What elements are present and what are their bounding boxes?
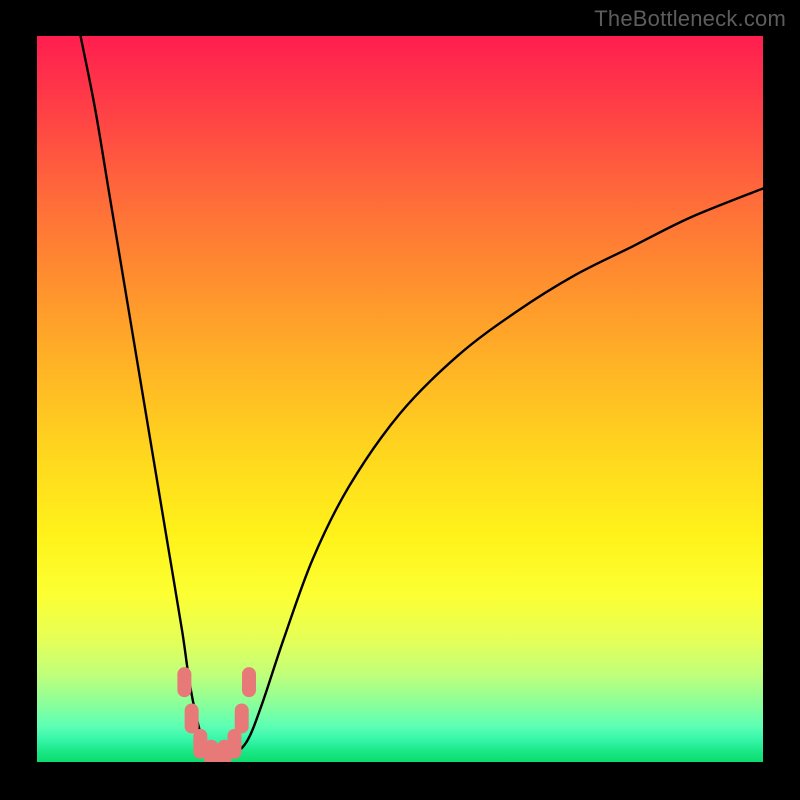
plot-area bbox=[37, 36, 763, 762]
curve-marker bbox=[227, 729, 241, 759]
curve-marker bbox=[204, 740, 218, 762]
curve-marker bbox=[185, 703, 199, 733]
curve-marker bbox=[177, 667, 191, 697]
bottleneck-curve bbox=[37, 36, 763, 762]
curve-marker bbox=[235, 703, 249, 733]
curve-marker bbox=[242, 667, 256, 697]
chart-frame: TheBottleneck.com bbox=[0, 0, 800, 800]
watermark-text: TheBottleneck.com bbox=[594, 6, 786, 32]
